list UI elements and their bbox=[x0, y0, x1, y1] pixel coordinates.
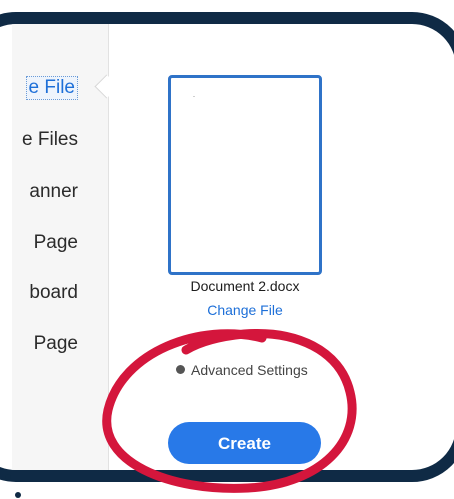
screenshot-stage: e File e Files anner Page board Page Doc… bbox=[0, 0, 454, 499]
create-button[interactable]: Create bbox=[168, 422, 321, 464]
sidebar-item-blank-page[interactable]: Page bbox=[34, 333, 78, 355]
sidebar-item-scanner[interactable]: anner bbox=[29, 181, 78, 203]
settings-dot-icon bbox=[176, 365, 185, 374]
thumbnail-mark bbox=[193, 96, 195, 97]
document-thumbnail[interactable] bbox=[168, 75, 322, 275]
decorative-dot bbox=[15, 492, 21, 498]
sidebar-item-combine-files[interactable]: e Files bbox=[22, 129, 78, 151]
sidebar: e File e Files anner Page board Page bbox=[12, 24, 109, 470]
sidebar-item-web-page[interactable]: Page bbox=[34, 232, 78, 254]
decorative-dot bbox=[5, 474, 11, 480]
dialog-content: e File e Files anner Page board Page Doc… bbox=[12, 24, 454, 470]
sidebar-item-create-file[interactable]: e File bbox=[25, 76, 78, 100]
advanced-settings-label: Advanced Settings bbox=[191, 362, 308, 378]
advanced-settings-toggle[interactable]: Advanced Settings bbox=[176, 362, 308, 378]
document-filename: Document 2.docx bbox=[190, 278, 300, 294]
sidebar-item-clipboard[interactable]: board bbox=[29, 282, 78, 304]
callout-frame: e File e Files anner Page board Page Doc… bbox=[0, 12, 454, 482]
change-file-link[interactable]: Change File bbox=[152, 302, 338, 318]
